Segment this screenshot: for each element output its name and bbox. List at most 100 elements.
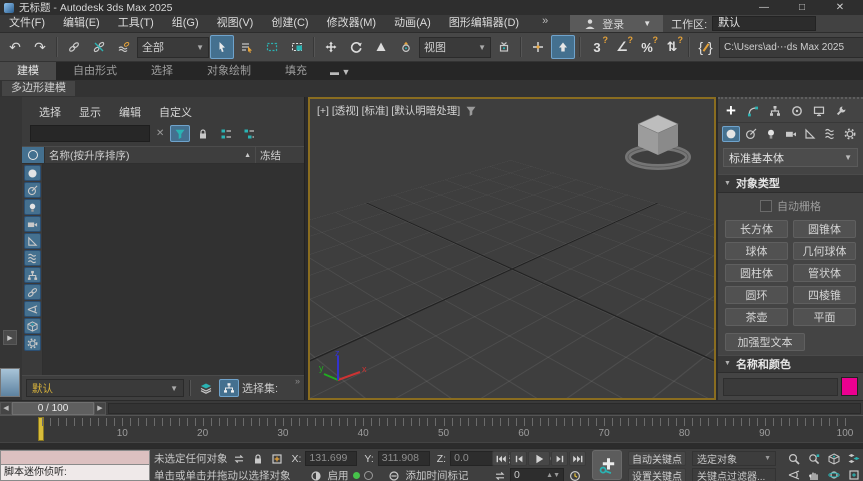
select-and-place-icon[interactable] xyxy=(394,35,418,59)
explorer-search-input[interactable] xyxy=(30,125,150,142)
primitive-button[interactable]: 几何球体 xyxy=(793,241,856,260)
set-key-button[interactable]: 设置关键点 xyxy=(628,468,686,481)
ribbon-tab[interactable]: 自由形式 xyxy=(56,62,134,80)
primitive-button[interactable]: 茶壶 xyxy=(725,307,788,326)
reference-coordinate-dropdown[interactable]: 视图 ▼ xyxy=(419,36,491,58)
key-mode-toggle-icon[interactable] xyxy=(492,469,507,481)
primitive-button[interactable]: 长方体 xyxy=(725,219,788,238)
selected-objects-dropdown[interactable]: 选定对象 ▼ xyxy=(692,451,776,466)
add-time-tag[interactable]: 添加时间标记 xyxy=(406,468,469,481)
object-name-input[interactable] xyxy=(723,377,838,396)
zoom-extents-all-icon[interactable] xyxy=(844,451,863,466)
object-color-swatch[interactable] xyxy=(841,377,858,396)
previous-frame-icon[interactable] xyxy=(510,451,527,466)
category-cameras-icon[interactable] xyxy=(782,126,800,142)
name-column-header[interactable]: 名称(按升序排序) ▲ xyxy=(45,147,256,163)
macro-recorder-line[interactable] xyxy=(0,450,150,465)
absolute-offset-icon[interactable] xyxy=(270,452,285,465)
spinner-snap-icon[interactable]: ⇅? xyxy=(660,35,684,59)
keyboard-shortcut-override-icon[interactable] xyxy=(551,35,575,59)
key-filters-button[interactable]: 关键点过滤器... xyxy=(692,468,776,481)
time-slider-track[interactable] xyxy=(108,402,861,414)
tab-polygon-modeling[interactable]: 多边形建模 xyxy=(2,81,75,96)
set-keys-button[interactable] xyxy=(592,450,622,480)
display-xrefs-icon[interactable] xyxy=(23,284,41,300)
tab-hierarchy-icon[interactable] xyxy=(766,103,784,119)
hierarchy-view-icon[interactable] xyxy=(219,379,239,397)
ribbon-tab[interactable]: 建模 xyxy=(0,62,56,80)
viewport-filter-icon[interactable] xyxy=(465,105,477,117)
menu-item[interactable]: 编辑(E) xyxy=(54,15,109,32)
search-filter-icon[interactable] xyxy=(170,125,191,142)
category-helpers-icon[interactable] xyxy=(801,126,819,142)
current-frame-field[interactable]: 0 ▲▼ xyxy=(510,468,564,481)
login-button[interactable]: 登录 ▼ xyxy=(570,15,664,32)
select-and-scale-icon[interactable] xyxy=(369,35,393,59)
zoom-extents-icon[interactable] xyxy=(824,451,843,466)
select-and-manipulate-icon[interactable] xyxy=(526,35,550,59)
angle-snap-icon[interactable]: ∠? xyxy=(610,35,634,59)
go-to-start-icon[interactable] xyxy=(492,451,509,466)
perspective-viewport[interactable]: [+] [透视] [标准] [默认明暗处理] x y z xyxy=(308,97,716,400)
explorer-preset-dropdown[interactable]: 默认 ▼ xyxy=(26,379,184,397)
menu-item[interactable]: 组(G) xyxy=(163,15,208,32)
undo-icon[interactable]: ↶ xyxy=(3,35,27,59)
layers-view-icon[interactable] xyxy=(196,379,216,397)
play-icon[interactable] xyxy=(528,451,550,466)
go-to-end-icon[interactable] xyxy=(569,451,586,466)
zoom-icon[interactable] xyxy=(784,451,803,466)
selection-filter-dropdown[interactable]: 全部 ▼ xyxy=(137,36,209,58)
display-cameras-icon[interactable] xyxy=(23,216,41,232)
snap-toggle-3d-icon[interactable]: 3? xyxy=(585,35,609,59)
rollout-object-type[interactable]: ▼ 对象类型 xyxy=(718,174,863,193)
primitive-button[interactable]: 圆柱体 xyxy=(725,263,788,282)
frozen-column-header[interactable]: 冻结 xyxy=(256,147,304,163)
tab-modify-icon[interactable] xyxy=(744,103,762,119)
menu-item[interactable]: 工具(T) xyxy=(109,15,163,32)
explorer-menu-item[interactable]: 显示 xyxy=(72,104,108,120)
maxscript-mini-listener[interactable]: 脚本迷你侦听: xyxy=(0,450,150,481)
menu-item[interactable]: 视图(V) xyxy=(208,15,263,32)
select-and-move-icon[interactable] xyxy=(319,35,343,59)
viewport-layout-tab[interactable] xyxy=(0,368,20,397)
menu-item[interactable]: 修改器(M) xyxy=(318,15,386,32)
zoom-all-icon[interactable] xyxy=(804,451,823,466)
expand-panel-button[interactable]: ▶ xyxy=(3,330,17,345)
primitive-button[interactable]: 平面 xyxy=(793,307,856,326)
orbit-icon[interactable] xyxy=(824,467,843,481)
footer-overflow[interactable]: » xyxy=(295,376,300,386)
viewcube[interactable] xyxy=(616,107,700,173)
display-helpers-icon[interactable] xyxy=(23,233,41,249)
next-frame-icon[interactable] xyxy=(551,451,568,466)
select-and-rotate-icon[interactable] xyxy=(344,35,368,59)
category-geometry-icon[interactable] xyxy=(722,126,740,142)
time-tag-icon[interactable] xyxy=(387,469,402,481)
category-lights-icon[interactable] xyxy=(762,126,780,142)
category-systems-icon[interactable] xyxy=(841,126,859,142)
menu-item[interactable]: 图形编辑器(D) xyxy=(440,15,528,32)
unlink-selection-icon[interactable] xyxy=(87,35,111,59)
display-materials-icon[interactable] xyxy=(23,335,41,351)
rollout-name-color[interactable]: ▼ 名称和颜色 xyxy=(718,354,863,373)
explorer-menu-item[interactable]: 编辑 xyxy=(112,104,148,120)
lock-explorer-icon[interactable] xyxy=(193,125,213,142)
menu-item[interactable]: 文件(F) xyxy=(0,15,54,32)
primitive-button[interactable]: 管状体 xyxy=(793,263,856,282)
select-by-name-icon[interactable] xyxy=(235,35,259,59)
display-shapes-icon[interactable] xyxy=(23,182,41,198)
x-coordinate-field[interactable]: 131.699 xyxy=(305,451,358,466)
time-slider-handle[interactable]: 0 / 100 xyxy=(12,401,94,415)
tab-motion-icon[interactable] xyxy=(788,103,806,119)
autogrid-checkbox[interactable] xyxy=(760,199,772,212)
y-coordinate-field[interactable]: 311.908 xyxy=(377,451,430,466)
ribbon-options-icon[interactable]: ▬ ▼ xyxy=(330,67,350,80)
auto-key-button[interactable]: 自动关键点 xyxy=(628,451,686,466)
field-of-view-icon[interactable] xyxy=(784,467,803,481)
project-folder-dropdown[interactable]: C:\Users\ad⋯ds Max 2025▼ xyxy=(719,36,863,58)
tab-display-icon[interactable] xyxy=(810,103,828,119)
next-frame-arrow[interactable]: ▶ xyxy=(94,401,106,415)
adaptive-degradation-icon[interactable] xyxy=(309,469,324,481)
menu-overflow[interactable]: » xyxy=(528,15,562,32)
primitive-button[interactable]: 四棱锥 xyxy=(793,285,856,304)
use-pivot-center-icon[interactable] xyxy=(492,35,516,59)
